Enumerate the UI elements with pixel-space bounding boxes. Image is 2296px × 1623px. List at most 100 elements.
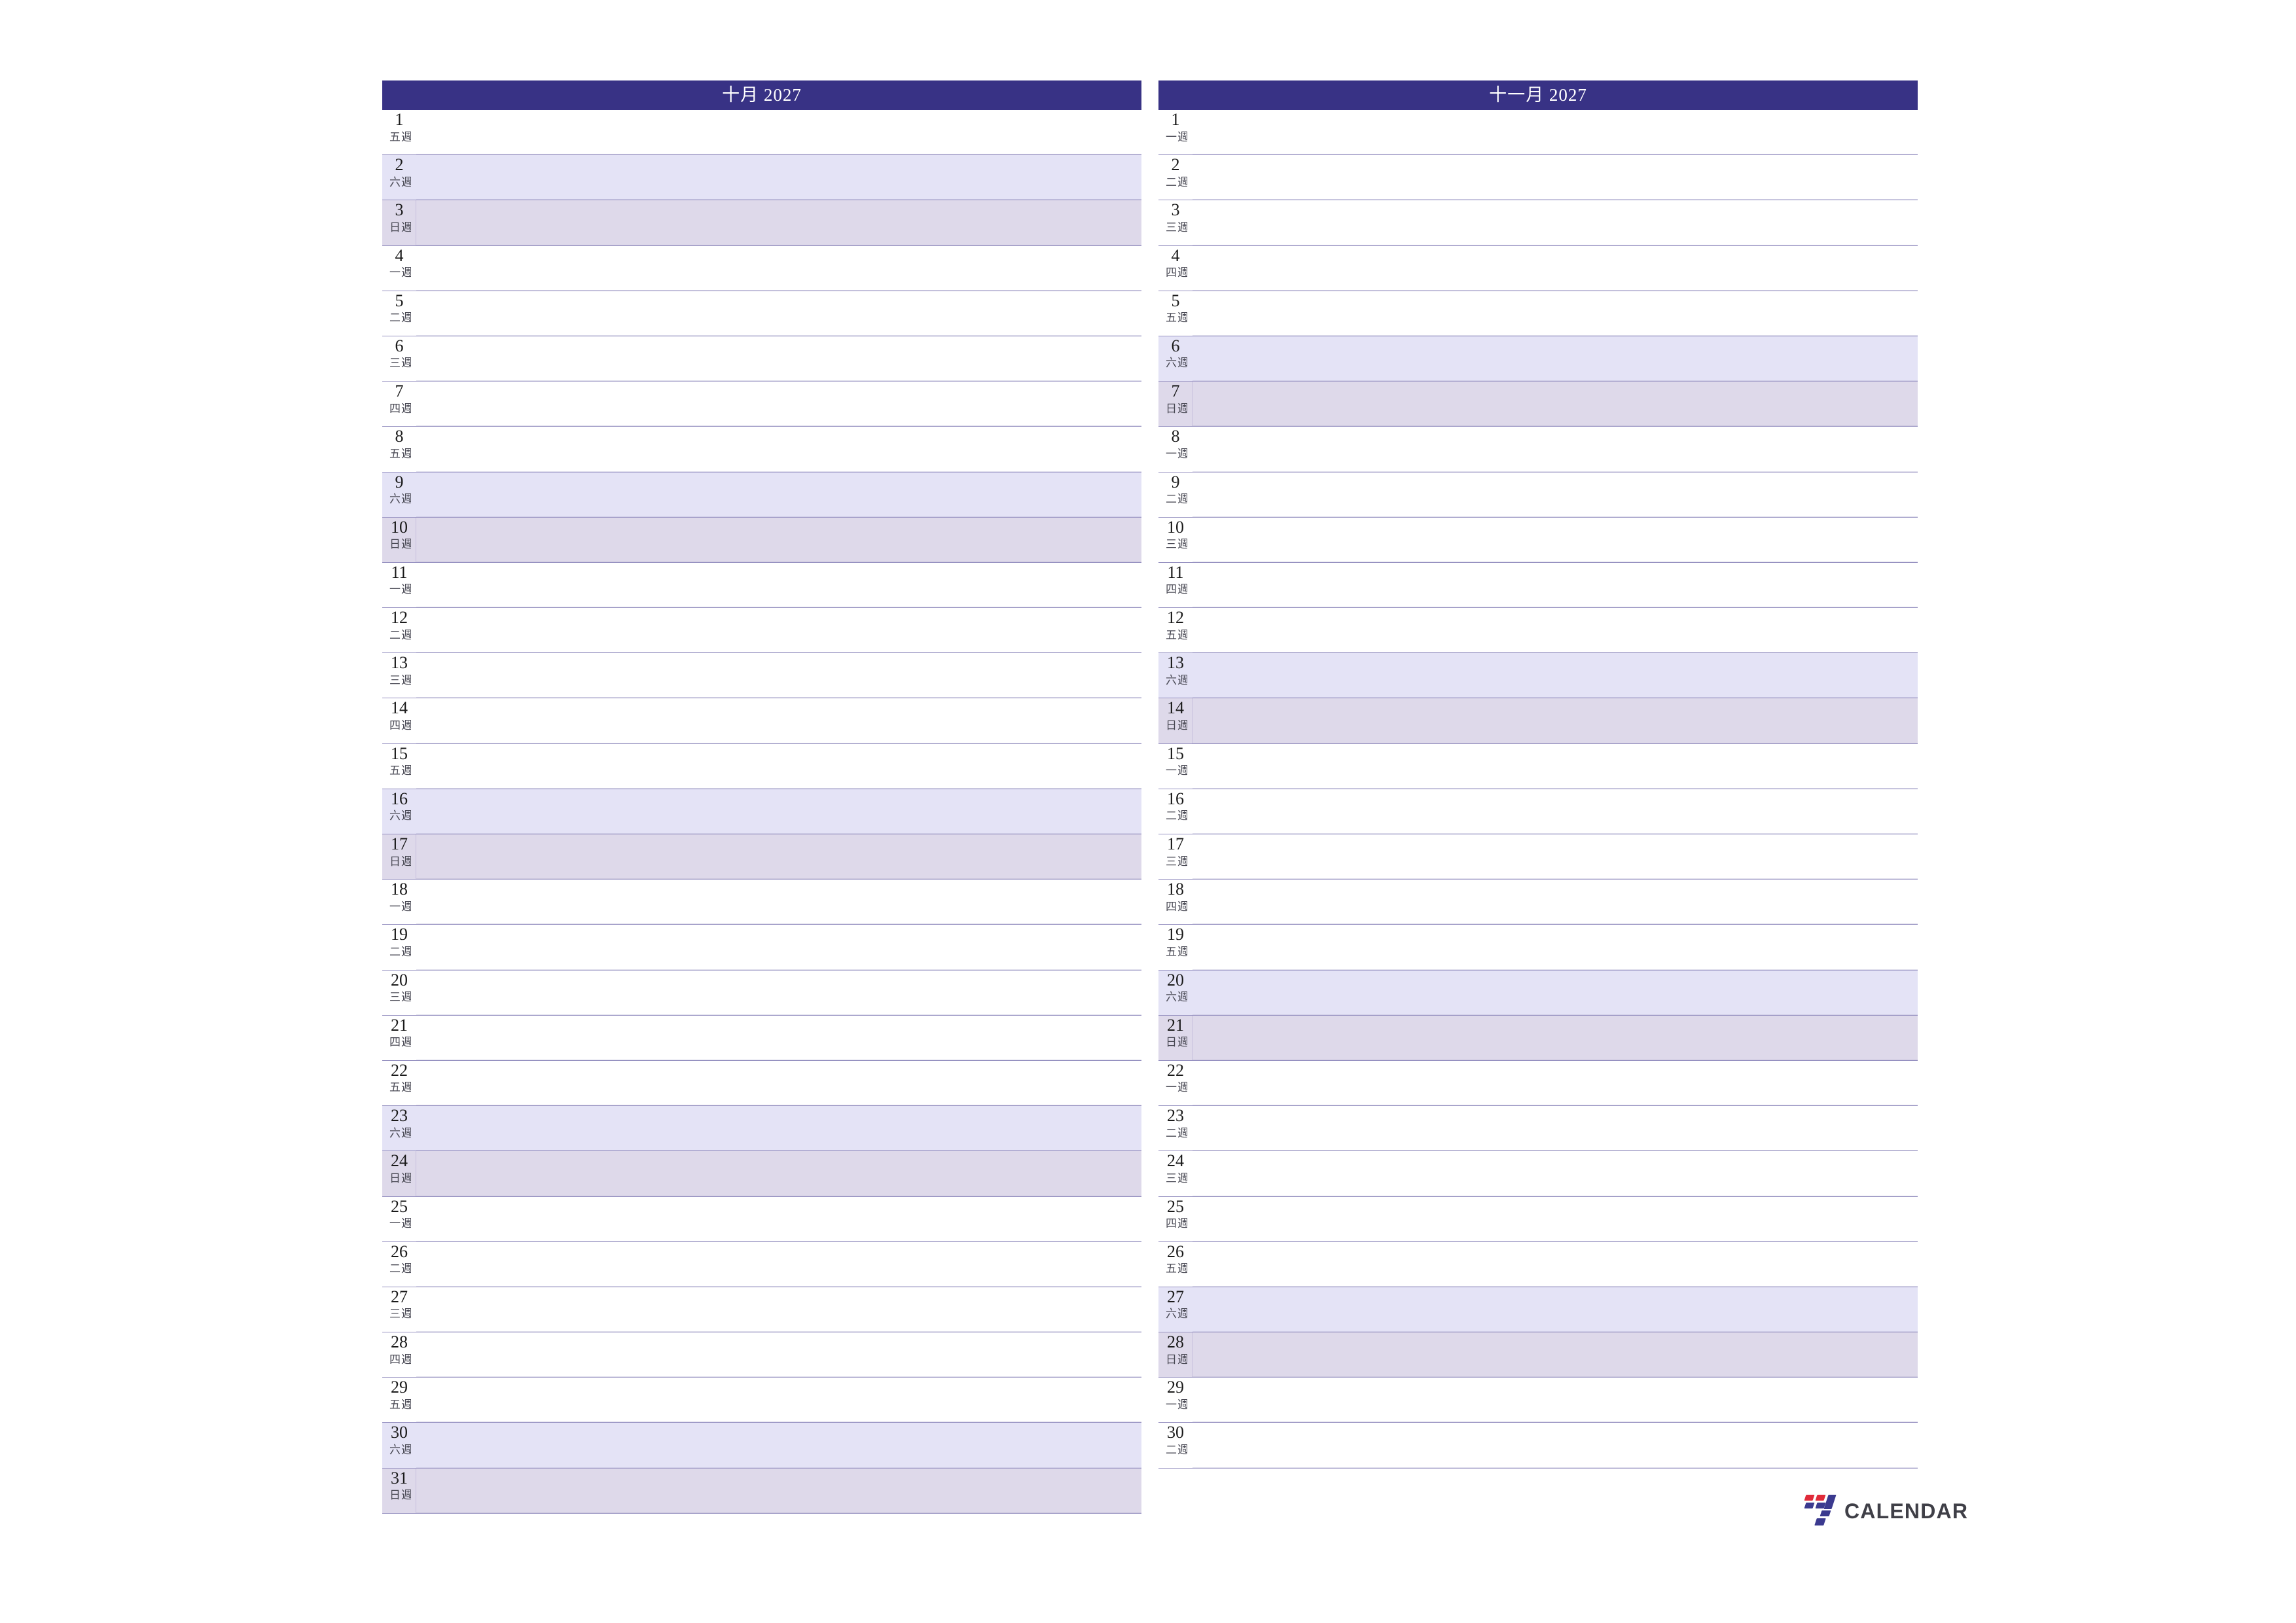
day-row[interactable]: 15 週一 xyxy=(1158,743,1918,789)
day-row[interactable]: 9 週二 xyxy=(1158,472,1918,518)
day-note-area[interactable] xyxy=(416,1151,1141,1196)
day-row[interactable]: 3 週三 xyxy=(1158,200,1918,246)
day-row[interactable]: 7 週四 xyxy=(382,382,1141,427)
day-row[interactable]: 19 週五 xyxy=(1158,925,1918,971)
day-note-area[interactable] xyxy=(1193,1106,1918,1151)
day-note-area[interactable] xyxy=(416,1469,1141,1514)
day-note-area[interactable] xyxy=(416,473,1141,517)
day-row[interactable]: 6 週六 xyxy=(1158,336,1918,382)
day-note-area[interactable] xyxy=(416,1378,1141,1423)
day-row[interactable]: 26 週五 xyxy=(1158,1241,1918,1287)
day-row[interactable]: 14 週日 xyxy=(1158,698,1918,744)
day-note-area[interactable] xyxy=(1193,382,1918,427)
day-note-area[interactable] xyxy=(1193,925,1918,970)
day-note-area[interactable] xyxy=(1193,291,1918,336)
day-note-area[interactable] xyxy=(416,518,1141,563)
day-note-area[interactable] xyxy=(1193,698,1918,743)
day-note-area[interactable] xyxy=(416,1242,1141,1287)
day-row[interactable]: 27 週三 xyxy=(382,1287,1141,1333)
day-note-area[interactable] xyxy=(416,1287,1141,1332)
day-row[interactable]: 8 週五 xyxy=(382,427,1141,473)
day-note-area[interactable] xyxy=(1193,1242,1918,1287)
day-row[interactable]: 17 週日 xyxy=(382,834,1141,880)
day-note-area[interactable] xyxy=(1193,971,1918,1015)
day-row[interactable]: 24 週三 xyxy=(1158,1151,1918,1197)
day-row[interactable]: 22 週一 xyxy=(1158,1060,1918,1107)
day-row[interactable]: 16 週二 xyxy=(1158,789,1918,834)
day-note-area[interactable] xyxy=(416,925,1141,970)
day-row[interactable]: 18 週四 xyxy=(1158,880,1918,925)
day-note-area[interactable] xyxy=(1193,1287,1918,1332)
day-note-area[interactable] xyxy=(1193,427,1918,472)
day-note-area[interactable] xyxy=(1193,1332,1918,1378)
day-row[interactable]: 29 週一 xyxy=(1158,1378,1918,1423)
day-note-area[interactable] xyxy=(416,971,1141,1015)
day-note-area[interactable] xyxy=(1193,155,1918,200)
day-note-area[interactable] xyxy=(416,1106,1141,1151)
day-row[interactable]: 21 週四 xyxy=(382,1015,1141,1061)
day-note-area[interactable] xyxy=(416,834,1141,880)
day-note-area[interactable] xyxy=(416,608,1141,653)
day-note-area[interactable] xyxy=(1193,246,1918,291)
day-row[interactable]: 13 週三 xyxy=(382,653,1141,699)
day-row[interactable]: 2 週六 xyxy=(382,155,1141,201)
day-row[interactable]: 4 週一 xyxy=(382,245,1141,291)
day-note-area[interactable] xyxy=(1193,1061,1918,1106)
day-row[interactable]: 24 週日 xyxy=(382,1151,1141,1197)
day-row[interactable]: 11 週四 xyxy=(1158,562,1918,609)
day-row[interactable]: 7 週日 xyxy=(1158,382,1918,427)
day-note-area[interactable] xyxy=(416,246,1141,291)
day-row[interactable]: 6 週三 xyxy=(382,336,1141,382)
day-note-area[interactable] xyxy=(1193,834,1918,880)
day-row[interactable]: 5 週五 xyxy=(1158,291,1918,336)
day-note-area[interactable] xyxy=(1193,473,1918,517)
day-note-area[interactable] xyxy=(416,880,1141,925)
day-note-area[interactable] xyxy=(416,200,1141,245)
day-note-area[interactable] xyxy=(1193,880,1918,925)
day-note-area[interactable] xyxy=(1193,608,1918,653)
day-row[interactable]: 14 週四 xyxy=(382,698,1141,744)
day-note-area[interactable] xyxy=(416,336,1141,382)
day-row[interactable]: 16 週六 xyxy=(382,789,1141,834)
day-row[interactable]: 23 週二 xyxy=(1158,1106,1918,1152)
day-note-area[interactable] xyxy=(1193,653,1918,698)
day-row[interactable]: 11 週一 xyxy=(382,562,1141,609)
day-note-area[interactable] xyxy=(1193,1378,1918,1423)
day-row[interactable]: 1 週五 xyxy=(382,110,1141,156)
day-row[interactable]: 13 週六 xyxy=(1158,653,1918,699)
day-row[interactable]: 5 週二 xyxy=(382,291,1141,336)
day-note-area[interactable] xyxy=(416,563,1141,608)
day-note-area[interactable] xyxy=(416,1197,1141,1241)
day-row[interactable]: 28 週四 xyxy=(382,1332,1141,1378)
day-row[interactable]: 20 週三 xyxy=(382,970,1141,1016)
day-note-area[interactable] xyxy=(416,155,1141,200)
day-row[interactable]: 31 週日 xyxy=(382,1468,1141,1514)
day-note-area[interactable] xyxy=(416,382,1141,427)
day-row[interactable]: 9 週六 xyxy=(382,472,1141,518)
day-row[interactable]: 21 週日 xyxy=(1158,1015,1918,1061)
day-note-area[interactable] xyxy=(1193,1151,1918,1196)
day-note-area[interactable] xyxy=(416,744,1141,789)
day-note-area[interactable] xyxy=(416,427,1141,472)
day-row[interactable]: 22 週五 xyxy=(382,1060,1141,1107)
day-row[interactable]: 28 週日 xyxy=(1158,1332,1918,1378)
day-row[interactable]: 3 週日 xyxy=(382,200,1141,246)
day-note-area[interactable] xyxy=(416,698,1141,743)
day-row[interactable]: 2 週二 xyxy=(1158,155,1918,201)
day-row[interactable]: 25 週一 xyxy=(382,1196,1141,1242)
day-note-area[interactable] xyxy=(1193,563,1918,608)
day-row[interactable]: 30 週六 xyxy=(382,1423,1141,1469)
day-row[interactable]: 10 週日 xyxy=(382,517,1141,563)
day-note-area[interactable] xyxy=(416,789,1141,834)
day-note-area[interactable] xyxy=(416,291,1141,336)
day-row[interactable]: 15 週五 xyxy=(382,743,1141,789)
day-row[interactable]: 27 週六 xyxy=(1158,1287,1918,1333)
day-row[interactable]: 25 週四 xyxy=(1158,1196,1918,1242)
day-row[interactable]: 29 週五 xyxy=(382,1378,1141,1423)
day-row[interactable]: 23 週六 xyxy=(382,1106,1141,1152)
day-note-area[interactable] xyxy=(416,1423,1141,1468)
day-note-area[interactable] xyxy=(1193,744,1918,789)
day-note-area[interactable] xyxy=(1193,1423,1918,1468)
day-row[interactable]: 20 週六 xyxy=(1158,970,1918,1016)
day-row[interactable]: 10 週三 xyxy=(1158,517,1918,563)
